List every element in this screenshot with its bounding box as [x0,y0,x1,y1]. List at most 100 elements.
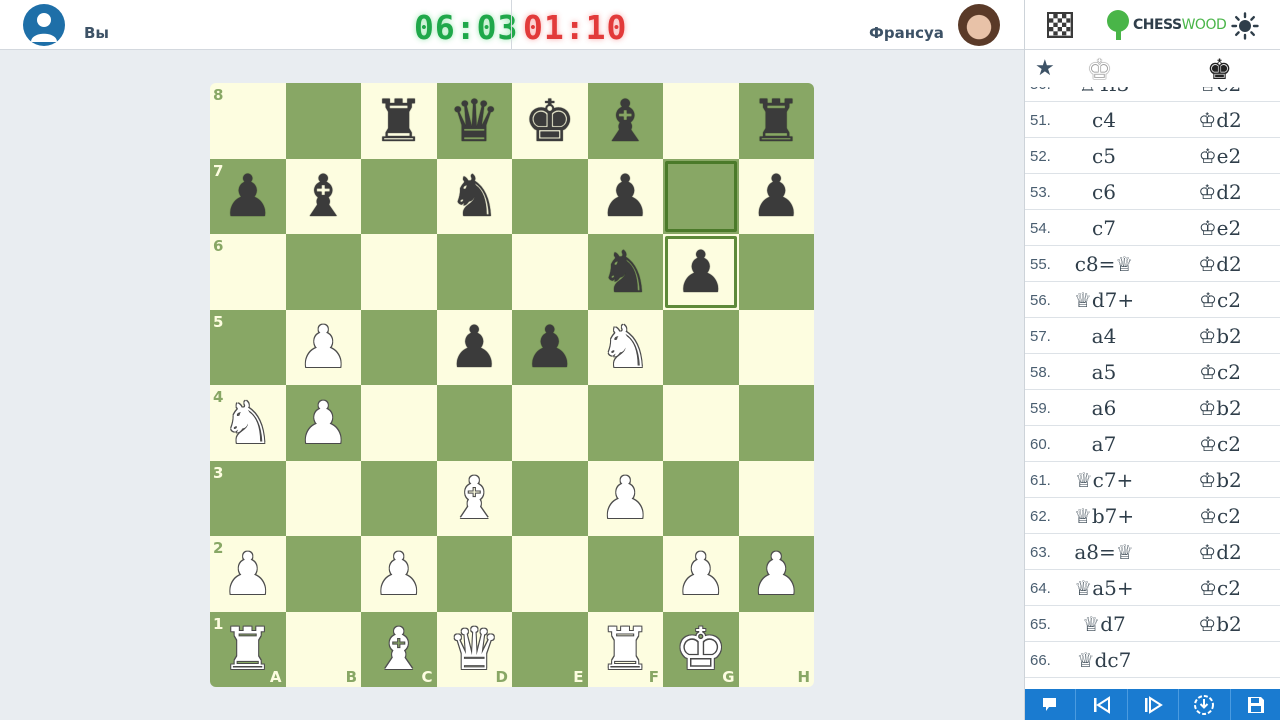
white-move[interactable]: ♕d7 [1063,612,1145,636]
white-move[interactable]: c5 [1063,144,1145,168]
white-move[interactable]: a7 [1063,432,1145,456]
move-row[interactable]: 65. ♕d7 ♔b2 [1025,606,1280,642]
white-move[interactable]: c7 [1063,216,1145,240]
black-move[interactable]: ♔b2 [1185,468,1255,492]
black-move[interactable]: ♔b2 [1185,612,1255,636]
square-d3[interactable]: ♝ [436,460,512,536]
move-row[interactable]: 54. c7 ♔e2 [1025,210,1280,246]
white-move[interactable]: a4 [1063,324,1145,348]
square-g4[interactable] [663,385,739,461]
white-rook-icon[interactable]: ♜ [222,620,274,678]
square-d2[interactable] [436,536,512,612]
star-icon[interactable]: ★ [1035,56,1055,81]
square-d8[interactable]: ♛ [436,83,512,159]
white-move[interactable]: ♕d7+ [1063,288,1145,312]
move-row[interactable]: 64. ♕a5+ ♔c2 [1025,570,1280,606]
white-pawn-icon[interactable]: ♟ [297,318,349,376]
square-f4[interactable] [587,385,663,461]
square-e1[interactable]: E [512,611,588,687]
black-move[interactable]: ♔d2 [1185,540,1255,564]
white-queen-icon[interactable]: ♛ [448,620,500,678]
square-c6[interactable] [361,234,437,310]
white-move[interactable]: ♕dc7 [1063,648,1145,672]
square-e5[interactable]: ♟ [512,309,588,385]
square-c7[interactable] [361,158,437,234]
square-g7[interactable] [663,158,739,234]
square-f1[interactable]: F ♜ [587,611,663,687]
black-move[interactable]: ♔d2 [1185,252,1255,276]
white-move[interactable]: a8=♕ [1063,540,1145,564]
square-e7[interactable] [512,158,588,234]
black-bishop-icon[interactable]: ♝ [599,92,651,150]
square-g5[interactable] [663,309,739,385]
move-row[interactable]: 62. ♕b7+ ♔c2 [1025,498,1280,534]
black-knight-icon[interactable]: ♞ [448,167,500,225]
square-a7[interactable]: 7 ♟ [210,158,286,234]
black-pawn-icon[interactable]: ♟ [222,167,274,225]
square-f3[interactable]: ♟ [587,460,663,536]
black-king-icon[interactable]: ♚ [524,92,576,150]
black-queen-icon[interactable]: ♛ [448,92,500,150]
square-d4[interactable] [436,385,512,461]
chess-board[interactable]: 8 ♜ ♛ ♚ ♝ ♜ 7 ♟ ♝ ♞ ♟ ♟ 6 ♞ ♟ 5 ♟ ♟ ♟ ♞ 4 ♞ ♟ 3 ♝ ♟ 2 ♟ ♟ ♟ ♟ 1 A ♜ B C ♝ D ♛ E… [210,83,814,687]
square-a8[interactable]: 8 [210,83,286,159]
black-move[interactable]: ♔c2 [1185,576,1255,600]
black-pawn-icon[interactable]: ♟ [524,318,576,376]
square-g1[interactable]: G ♚ [663,611,739,687]
square-d7[interactable]: ♞ [436,158,512,234]
square-e4[interactable] [512,385,588,461]
move-list[interactable]: 50. ♖4f3 ♔e2 51. c4 ♔d2 52. c5 ♔e2 53. c6 ♔d2 54. c7 ♔… [1025,87,1280,689]
square-f8[interactable]: ♝ [587,83,663,159]
move-row[interactable]: 58. a5 ♔c2 [1025,354,1280,390]
move-row[interactable]: 60. a7 ♔c2 [1025,426,1280,462]
white-bishop-icon[interactable]: ♝ [373,620,425,678]
square-b5[interactable]: ♟ [285,309,361,385]
square-b7[interactable]: ♝ [285,158,361,234]
black-knight-icon[interactable]: ♞ [599,243,651,301]
square-c3[interactable] [361,460,437,536]
white-move[interactable]: c8=♕ [1063,252,1145,276]
move-row[interactable]: 51. c4 ♔d2 [1025,102,1280,138]
move-row[interactable]: 57. a4 ♔b2 [1025,318,1280,354]
square-e6[interactable] [512,234,588,310]
white-bishop-icon[interactable]: ♝ [448,469,500,527]
square-b6[interactable] [285,234,361,310]
square-h7[interactable]: ♟ [738,158,814,234]
square-a5[interactable]: 5 [210,309,286,385]
move-row[interactable]: 61. ♕c7+ ♔b2 [1025,462,1280,498]
white-knight-icon[interactable]: ♞ [599,318,651,376]
square-b2[interactable] [285,536,361,612]
black-move[interactable]: ♔c2 [1185,432,1255,456]
black-move[interactable]: ♔c2 [1185,504,1255,528]
black-move[interactable]: ♔e2 [1185,87,1255,96]
black-move[interactable]: ♔d2 [1185,108,1255,132]
white-move[interactable]: a5 [1063,360,1145,384]
square-b4[interactable]: ♟ [285,385,361,461]
white-pawn-icon[interactable]: ♟ [750,545,802,603]
step-forward-button[interactable] [1128,689,1180,720]
move-row[interactable]: 56. ♕d7+ ♔c2 [1025,282,1280,318]
white-knight-icon[interactable]: ♞ [222,394,274,452]
square-h1[interactable]: H [738,611,814,687]
move-row[interactable]: 63. a8=♕ ♔d2 [1025,534,1280,570]
black-rook-icon[interactable]: ♜ [750,92,802,150]
square-h6[interactable] [738,234,814,310]
move-row[interactable]: 55. c8=♕ ♔d2 [1025,246,1280,282]
square-f5[interactable]: ♞ [587,309,663,385]
move-row[interactable]: 50. ♖4f3 ♔e2 [1025,87,1280,102]
square-h3[interactable] [738,460,814,536]
square-d1[interactable]: D ♛ [436,611,512,687]
square-g6[interactable]: ♟ [663,234,739,310]
white-move[interactable]: c4 [1063,108,1145,132]
square-c1[interactable]: C ♝ [361,611,437,687]
white-move[interactable]: ♕c7+ [1063,468,1145,492]
save-button[interactable] [1231,689,1280,720]
black-pawn-icon[interactable]: ♟ [675,243,727,301]
square-a1[interactable]: 1 A ♜ [210,611,286,687]
square-e8[interactable]: ♚ [512,83,588,159]
square-c2[interactable]: ♟ [361,536,437,612]
square-h8[interactable]: ♜ [738,83,814,159]
square-e2[interactable] [512,536,588,612]
square-f7[interactable]: ♟ [587,158,663,234]
opponent-avatar[interactable] [958,4,1000,46]
